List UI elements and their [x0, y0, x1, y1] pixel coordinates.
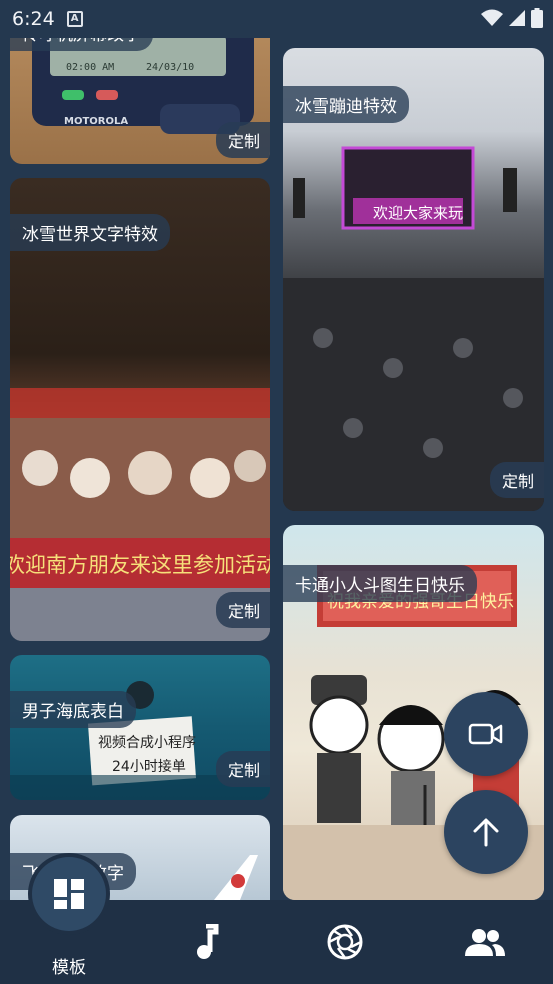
pager-brand: MOTOROLA: [64, 116, 128, 127]
status-bar: 6:24 A: [0, 0, 553, 38]
template-card-ocean[interactable]: 视频合成小程序 24小时接单 男子海底表白 定制: [10, 655, 270, 800]
grid-icon: [54, 879, 84, 909]
template-card-ice-text[interactable]: 欢迎南方朋友来这里参加活动 冰雪世界文字特效 定制: [10, 178, 270, 641]
signal-icon: [509, 10, 525, 26]
ocean-sign-2: 24小时接单: [112, 758, 186, 775]
banner-dj: 欢迎大家来玩: [373, 204, 463, 222]
custom-button[interactable]: 定制: [215, 592, 270, 628]
arrow-up-icon: [473, 818, 499, 847]
wifi-icon: [481, 9, 503, 26]
video-fab[interactable]: [444, 692, 528, 776]
card-title: 冰雪蹦迪特效: [283, 86, 409, 123]
template-card-dj[interactable]: 欢迎大家来玩 冰雪蹦迪特效 定制: [283, 48, 544, 511]
music-note-icon: [197, 924, 219, 959]
video-camera-icon: [468, 723, 503, 745]
nav-item-community[interactable]: [430, 900, 540, 984]
camera-shutter-icon: [327, 924, 363, 960]
nav-item-music[interactable]: [152, 900, 262, 984]
home-templates-inner: [32, 857, 106, 931]
custom-button[interactable]: 定制: [489, 462, 544, 498]
ocean-sign-1: 视频合成小程序: [98, 735, 196, 751]
pager-date: 24/03/10: [146, 62, 194, 73]
nav-item-camera[interactable]: [290, 900, 400, 984]
pager-time: 02:00 AM: [66, 62, 114, 73]
status-icons: [481, 8, 543, 28]
card-title: 男子海底表白: [10, 691, 136, 728]
card-title: 卡通小人斗图生日快乐: [283, 565, 477, 602]
banner-ice: 欢迎南方朋友来这里参加活动: [10, 553, 270, 577]
people-icon: [465, 929, 505, 956]
battery-icon: [531, 8, 543, 28]
scroll-top-fab[interactable]: [444, 790, 528, 874]
custom-button[interactable]: 定制: [215, 751, 270, 787]
template-card-pager[interactable]: 02:00 AM 24/03/10 MOTOROLA 传呼机屏幕改字 定制: [10, 38, 270, 164]
custom-button[interactable]: 定制: [215, 122, 270, 158]
card-title: 冰雪世界文字特效: [10, 214, 170, 251]
status-time: 6:24: [12, 8, 55, 30]
nav-label-templates: 模板: [52, 957, 86, 978]
home-templates-button[interactable]: [28, 853, 110, 935]
card-title: 传呼机屏幕改字: [10, 38, 153, 51]
a-box-icon: A: [66, 11, 83, 27]
